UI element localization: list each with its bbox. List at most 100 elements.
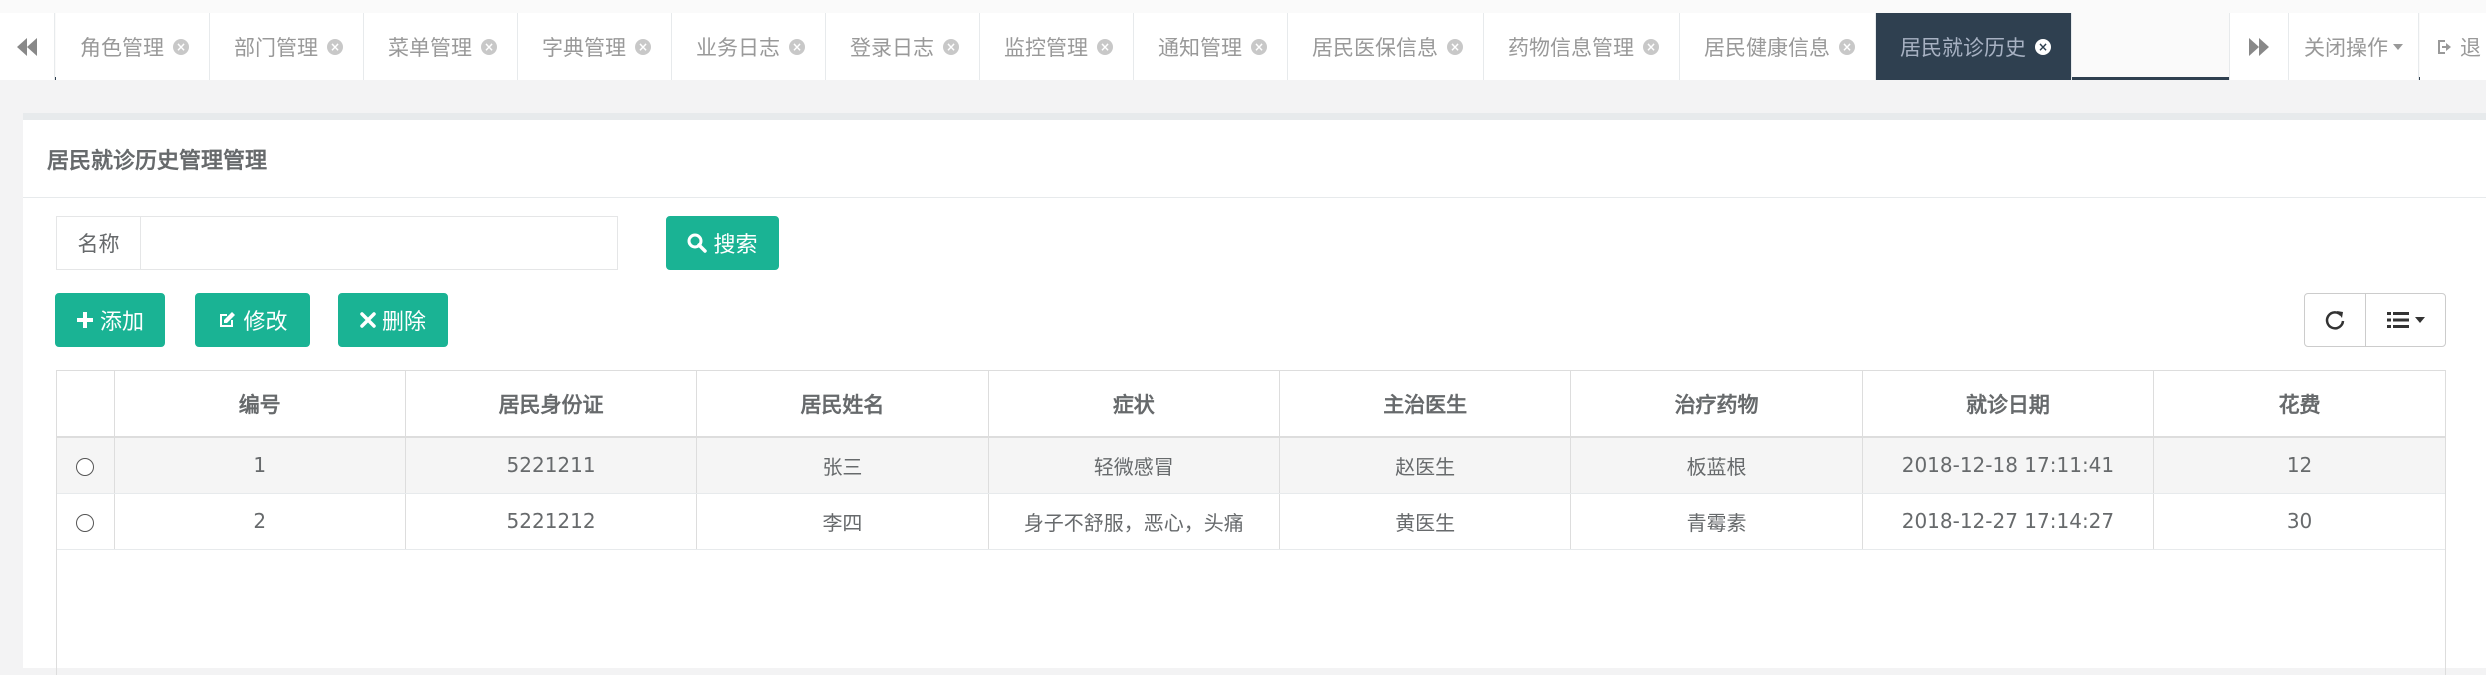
search-button-label: 搜索: [713, 233, 758, 258]
remove-icon: [360, 312, 376, 328]
exit-label: 退: [2460, 35, 2481, 60]
page-tabs: 角色管理 × 部门管理 × 菜单管理 × 字典管理 × 业务日志 × 登录日志 × 监控管理…: [56, 13, 2072, 80]
column-header[interactable]: 治疗药物: [1570, 371, 1863, 438]
tabs-scroll-right-button[interactable]: [2229, 13, 2289, 80]
table-cell: 黄医生: [1279, 493, 1572, 550]
tab-label: 通知管理: [1158, 35, 1242, 60]
column-header[interactable]: 症状: [988, 371, 1281, 438]
close-operations-dropdown[interactable]: 关闭操作: [2289, 13, 2419, 80]
close-icon[interactable]: ×: [327, 38, 343, 55]
add-button-label: 添加: [99, 310, 144, 335]
table-row[interactable]: 1 5221211 张三 轻微感冒 赵医生 板蓝根 2018-12-18 17:…: [57, 437, 2445, 494]
search-name-label: 名称: [57, 217, 141, 269]
tab-label: 登录日志: [850, 35, 934, 60]
column-header[interactable]: 居民身份证: [405, 371, 698, 438]
list-icon: [2386, 312, 2409, 328]
search-group: 名称: [56, 216, 618, 270]
content-panel: 居民就诊历史管理管理 名称 搜索 添加 修改 删除 编号 居民身份证 居民姓名 …: [23, 113, 2486, 675]
refresh-button[interactable]: [2304, 293, 2366, 347]
caret-down-icon: [2414, 317, 2425, 323]
column-header[interactable]: 编号: [114, 371, 406, 438]
tab-login-log[interactable]: 登录日志 ×: [826, 13, 980, 80]
tab-resident-insurance-info[interactable]: 居民医保信息 ×: [1288, 13, 1484, 80]
close-icon[interactable]: ×: [1643, 38, 1659, 55]
tab-label: 菜单管理: [388, 35, 472, 60]
table-cell: 板蓝根: [1570, 437, 1863, 494]
table-cell: 张三: [696, 437, 989, 494]
page-title: 居民就诊历史管理管理: [23, 120, 2486, 198]
tab-label: 角色管理: [80, 35, 164, 60]
tab-drug-info-management[interactable]: 药物信息管理 ×: [1484, 13, 1680, 80]
close-icon[interactable]: ×: [635, 38, 651, 55]
table-row[interactable]: 2 5221212 李四 身子不舒服，恶心，头痛 黄医生 青霉素 2018-12…: [57, 493, 2445, 550]
table-cell: 12: [2153, 437, 2445, 494]
row-select-cell: [57, 493, 115, 550]
tab-bar: 角色管理 × 部门管理 × 菜单管理 × 字典管理 × 业务日志 × 登录日志 × 监控管理…: [0, 0, 2486, 80]
tab-resident-visit-history[interactable]: 居民就诊历史 ×: [1876, 13, 2072, 80]
row-select-cell: [57, 437, 115, 494]
add-button[interactable]: 添加: [55, 293, 165, 347]
tab-label: 居民医保信息: [1312, 35, 1438, 60]
double-chevron-left-icon: [17, 37, 37, 56]
tab-monitor-management[interactable]: 监控管理 ×: [980, 13, 1134, 80]
table-cell: 30: [2153, 493, 2445, 550]
row-radio[interactable]: [76, 457, 95, 476]
tab-resident-health-info[interactable]: 居民健康信息 ×: [1680, 13, 1876, 80]
tab-notice-management[interactable]: 通知管理 ×: [1134, 13, 1288, 80]
table-cell: 青霉素: [1570, 493, 1863, 550]
visit-history-table: 编号 居民身份证 居民姓名 症状 主治医生 治疗药物 就诊日期 花费 1 522…: [56, 370, 2446, 675]
tab-label: 部门管理: [234, 35, 318, 60]
close-icon[interactable]: ×: [173, 38, 189, 55]
table-cell: 身子不舒服，恶心，头痛: [988, 493, 1281, 550]
search-name-input[interactable]: [141, 217, 617, 269]
tab-label: 字典管理: [542, 35, 626, 60]
close-icon[interactable]: ×: [2035, 38, 2051, 55]
caret-down-icon: [2393, 43, 2403, 50]
close-icon[interactable]: ×: [1251, 38, 1267, 55]
table-cell: 1: [114, 437, 406, 494]
tab-business-log[interactable]: 业务日志 ×: [672, 13, 826, 80]
close-icon[interactable]: ×: [1447, 38, 1463, 55]
tab-role-management[interactable]: 角色管理 ×: [56, 13, 210, 80]
plus-icon: [76, 312, 93, 328]
edit-button[interactable]: 修改: [195, 293, 310, 347]
table-cell: 2018-12-27 17:14:27: [1862, 493, 2155, 550]
tab-dictionary-management[interactable]: 字典管理 ×: [518, 13, 672, 80]
tab-department-management[interactable]: 部门管理 ×: [210, 13, 364, 80]
refresh-icon: [2325, 311, 2345, 330]
exit-button[interactable]: 退: [2420, 13, 2486, 80]
delete-button[interactable]: 删除: [338, 293, 448, 347]
table-cell: 2018-12-18 17:11:41: [1862, 437, 2155, 494]
tab-label: 业务日志: [696, 35, 780, 60]
edit-button-label: 修改: [243, 310, 288, 335]
sign-out-icon: [2438, 39, 2451, 54]
tab-label: 居民健康信息: [1704, 35, 1830, 60]
column-header[interactable]: 就诊日期: [1862, 371, 2155, 438]
table-cell: 5221211: [405, 437, 698, 494]
search-icon: [687, 233, 708, 253]
tabs-scroll-left-button[interactable]: [0, 13, 55, 80]
close-icon[interactable]: ×: [1097, 38, 1113, 55]
table-cell: 赵医生: [1279, 437, 1572, 494]
table-cell: 轻微感冒: [988, 437, 1281, 494]
column-header[interactable]: 花费: [2153, 371, 2445, 438]
tab-label: 居民就诊历史: [1900, 35, 2026, 60]
double-chevron-right-icon: [2249, 37, 2269, 56]
tab-menu-management[interactable]: 菜单管理 ×: [364, 13, 518, 80]
table-cell: 2: [114, 493, 406, 550]
columns-toggle-button[interactable]: [2365, 293, 2446, 347]
close-icon[interactable]: ×: [1839, 38, 1855, 55]
close-icon[interactable]: ×: [481, 38, 497, 55]
tab-label: 药物信息管理: [1508, 35, 1634, 60]
row-radio[interactable]: [76, 513, 95, 532]
tab-label: 监控管理: [1004, 35, 1088, 60]
column-header[interactable]: 居民姓名: [696, 371, 989, 438]
close-icon[interactable]: ×: [943, 38, 959, 55]
table-header-row: 编号 居民身份证 居民姓名 症状 主治医生 治疗药物 就诊日期 花费: [57, 371, 2445, 438]
close-operations-label: 关闭操作: [2304, 35, 2388, 60]
close-icon[interactable]: ×: [789, 38, 805, 55]
table-cell: 李四: [696, 493, 989, 550]
select-column-header: [57, 371, 115, 438]
search-button[interactable]: 搜索: [666, 216, 779, 270]
column-header[interactable]: 主治医生: [1279, 371, 1572, 438]
